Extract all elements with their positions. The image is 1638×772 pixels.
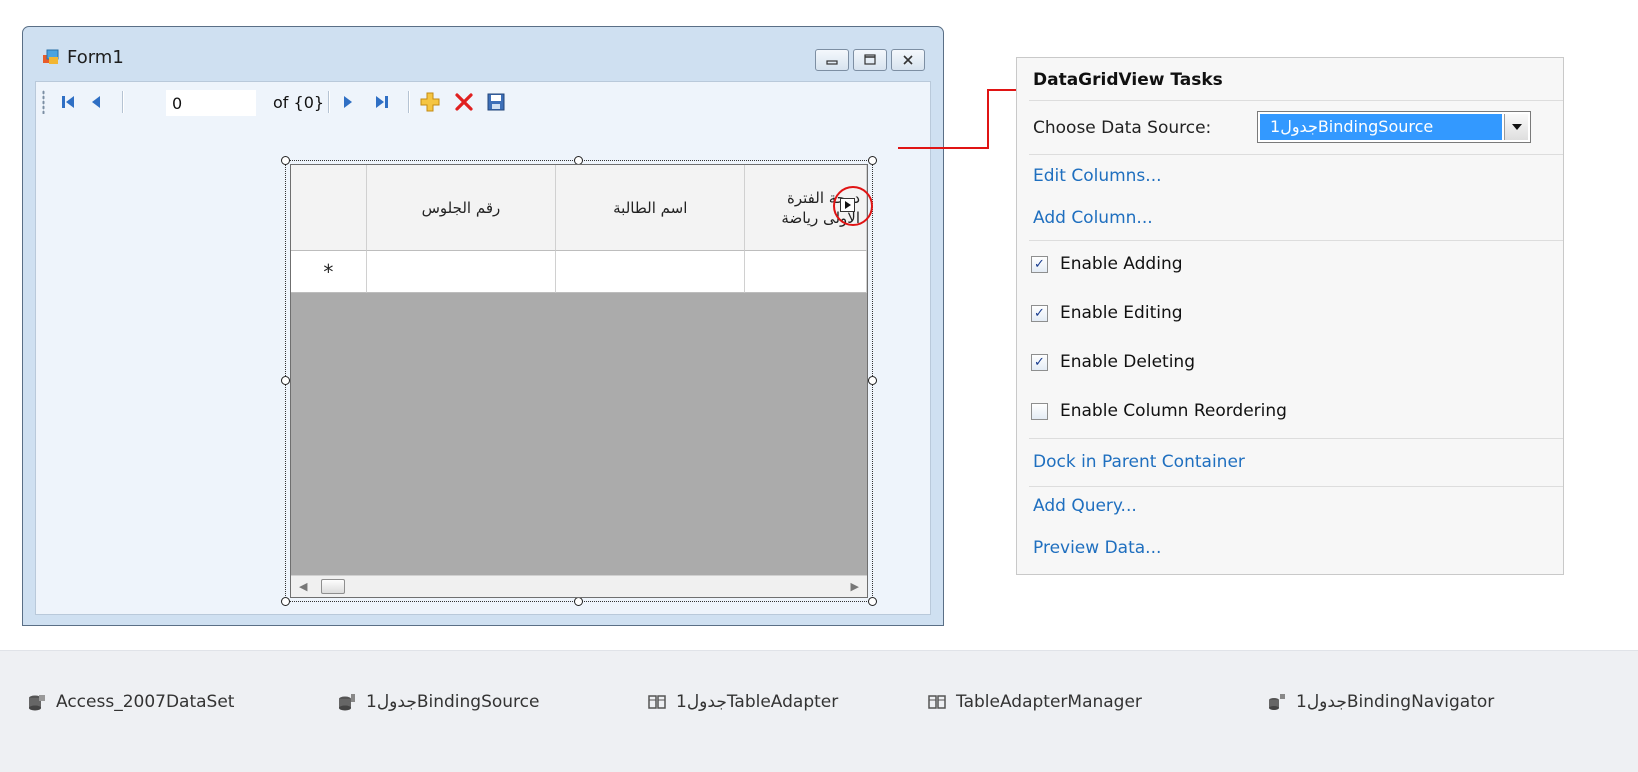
tray-item-label: جدول1BindingNavigator [1296, 692, 1495, 712]
position-input[interactable] [166, 90, 256, 116]
add-column-link[interactable]: Add Column... [1033, 208, 1153, 228]
toolbar-separator [122, 91, 124, 113]
enable-editing-label: Enable Editing [1060, 303, 1183, 323]
add-icon [420, 92, 440, 112]
enable-deleting-option[interactable]: ✓ Enable Deleting [1031, 352, 1195, 372]
new-row[interactable]: * [291, 251, 867, 293]
enable-adding-checkbox[interactable]: ✓ [1031, 255, 1048, 273]
tray-item-binding-source[interactable]: جدول1BindingSource [338, 692, 539, 712]
toolbar-separator [408, 91, 410, 113]
column-header[interactable]: اسم الطالبة [556, 165, 746, 251]
table-adapter-manager-icon [928, 695, 946, 709]
delete-button[interactable] [452, 90, 476, 114]
grid-corner-cell[interactable] [291, 165, 367, 251]
horizontal-scrollbar[interactable]: ◀ ▶ [291, 575, 867, 597]
move-last-button[interactable] [370, 90, 394, 114]
preview-data-link[interactable]: Preview Data... [1033, 538, 1161, 558]
enable-editing-checkbox[interactable]: ✓ [1031, 304, 1048, 322]
tray-item-label: جدول1BindingSource [366, 692, 540, 712]
resize-handle[interactable] [281, 376, 290, 385]
tray-item-label: Access_2007DataSet [56, 692, 235, 712]
move-next-icon [344, 96, 352, 108]
move-first-icon [62, 96, 74, 108]
toolbar-grip[interactable] [42, 90, 45, 114]
resize-handle[interactable] [868, 597, 877, 606]
close-icon [903, 55, 913, 65]
dropdown-button[interactable] [1504, 114, 1528, 140]
tasks-title: DataGridView Tasks [1033, 70, 1223, 90]
caption-buttons [815, 49, 925, 71]
scroll-left-icon[interactable]: ◀ [299, 580, 307, 593]
scroll-right-icon[interactable]: ▶ [851, 580, 859, 593]
resize-handle[interactable] [281, 156, 290, 165]
dock-in-parent-link[interactable]: Dock in Parent Container [1033, 452, 1245, 472]
divider [1029, 438, 1563, 439]
data-source-value[interactable]: جدول1BindingSource [1260, 114, 1502, 140]
grid-cell[interactable] [366, 251, 557, 293]
move-previous-button[interactable] [84, 90, 108, 114]
table-adapter-icon [648, 695, 666, 709]
enable-adding-option[interactable]: ✓ Enable Adding [1031, 254, 1183, 274]
minimize-button[interactable] [815, 49, 849, 71]
divider [1029, 486, 1563, 487]
binding-source-icon [339, 694, 355, 711]
enable-editing-option[interactable]: ✓ Enable Editing [1031, 303, 1183, 323]
grid-header-row: رقم الجلوس اسم الطالبة درجة الفترة الاول… [291, 165, 867, 251]
choose-data-source-label: Choose Data Source: [1033, 118, 1212, 138]
title-bar[interactable]: Form1 [23, 27, 943, 71]
tray-item-table-adapter[interactable]: جدول1TableAdapter [648, 692, 838, 712]
binding-navigator-icon [1269, 694, 1285, 710]
resize-handle[interactable] [574, 597, 583, 606]
grid-cell[interactable] [745, 251, 867, 293]
add-new-button[interactable] [418, 90, 442, 114]
count-label: of {0} [273, 93, 325, 112]
divider [1029, 100, 1563, 101]
move-last-icon [376, 96, 388, 108]
dataset-icon [29, 695, 45, 711]
row-header-new[interactable]: * [291, 251, 367, 293]
form-icon [43, 49, 59, 64]
form-title: Form1 [67, 47, 124, 68]
chevron-down-icon [1511, 124, 1522, 130]
enable-adding-label: Enable Adding [1060, 254, 1183, 274]
divider [1029, 240, 1563, 241]
resize-handle[interactable] [281, 597, 290, 606]
tray-item-label: TableAdapterManager [956, 692, 1142, 712]
smart-tag-highlight-circle [833, 186, 873, 226]
scroll-thumb[interactable] [321, 579, 345, 594]
form-client-area: of {0} [35, 81, 931, 615]
move-first-button[interactable] [56, 90, 80, 114]
edit-columns-link[interactable]: Edit Columns... [1033, 166, 1162, 186]
add-query-link[interactable]: Add Query... [1033, 496, 1137, 516]
save-button[interactable] [484, 90, 508, 114]
move-previous-icon [92, 96, 100, 108]
delete-icon [455, 93, 473, 111]
data-source-combobox[interactable]: جدول1BindingSource [1257, 111, 1531, 143]
maximize-icon [864, 54, 876, 65]
enable-deleting-checkbox[interactable]: ✓ [1031, 353, 1048, 371]
divider [1029, 154, 1563, 155]
form-window[interactable]: Form1 of {0} [22, 26, 944, 626]
tray-item-binding-navigator[interactable]: جدول1BindingNavigator [1268, 692, 1494, 712]
enable-column-reordering-option[interactable]: Enable Column Reordering [1031, 401, 1287, 421]
tray-item-table-adapter-manager[interactable]: TableAdapterManager [928, 692, 1142, 712]
enable-deleting-label: Enable Deleting [1060, 352, 1195, 372]
tray-item-dataset[interactable]: Access_2007DataSet [28, 692, 234, 712]
enable-column-reordering-checkbox[interactable] [1031, 402, 1048, 420]
column-header[interactable]: رقم الجلوس [366, 165, 557, 251]
maximize-button[interactable] [853, 49, 887, 71]
toolbar-separator [328, 91, 330, 113]
resize-handle[interactable] [868, 376, 877, 385]
grid-cell[interactable] [556, 251, 746, 293]
close-button[interactable] [891, 49, 925, 71]
save-icon [487, 93, 505, 111]
minimize-icon [826, 60, 838, 65]
binding-navigator-toolbar: of {0} [36, 82, 930, 122]
tray-item-label: جدول1TableAdapter [676, 692, 839, 712]
resize-handle[interactable] [868, 156, 877, 165]
enable-column-reordering-label: Enable Column Reordering [1060, 401, 1287, 421]
move-next-button[interactable] [336, 90, 360, 114]
data-grid-view[interactable]: رقم الجلوس اسم الطالبة درجة الفترة الاول… [290, 164, 868, 598]
datagridview-tasks-panel: DataGridView Tasks Choose Data Source: ج… [1016, 57, 1564, 575]
